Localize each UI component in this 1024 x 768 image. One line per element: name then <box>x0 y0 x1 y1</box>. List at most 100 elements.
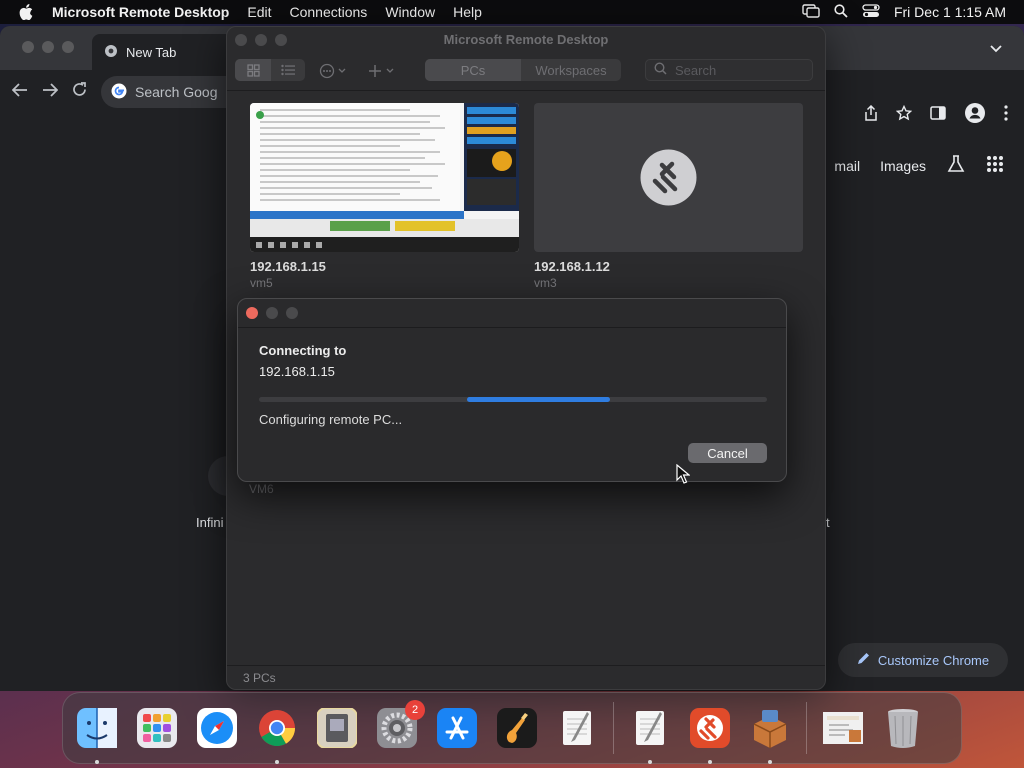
apps-grid-icon[interactable] <box>986 155 1004 176</box>
rd-titlebar: Microsoft Remote Desktop <box>227 27 825 53</box>
garageband-dock-item[interactable] <box>489 700 545 756</box>
pencil-icon <box>857 652 870 668</box>
chrome-traffic-lights <box>22 41 74 53</box>
screen-mirroring-icon[interactable] <box>802 3 820 21</box>
reload-icon[interactable] <box>72 82 87 102</box>
textedit-icon <box>553 704 601 752</box>
textedit-dock-item[interactable] <box>549 700 605 756</box>
dock-separator <box>806 702 807 754</box>
chrome-icon <box>253 704 301 752</box>
ntp-shortcut-label-left[interactable]: Infini <box>196 515 223 530</box>
pc-name: 192.168.1.15 <box>250 259 326 274</box>
dock: 2 <box>62 692 962 764</box>
running-indicator <box>768 760 772 764</box>
back-arrow-icon[interactable] <box>11 82 28 102</box>
preview-icon <box>313 704 361 752</box>
menu-connections[interactable]: Connections <box>280 0 376 24</box>
dialog-divider <box>238 327 786 328</box>
app-name-menu[interactable]: Microsoft Remote Desktop <box>52 0 238 24</box>
forward-arrow-icon[interactable] <box>42 82 59 102</box>
chrome-zoom-button[interactable] <box>62 41 74 53</box>
menu-help[interactable]: Help <box>444 0 491 24</box>
mouse-cursor-icon <box>676 463 691 489</box>
safari-icon <box>193 704 241 752</box>
cancel-button[interactable]: Cancel <box>688 443 767 463</box>
safari-dock-item[interactable] <box>189 700 245 756</box>
trash-icon <box>879 704 927 752</box>
menu-edit[interactable]: Edit <box>238 0 280 24</box>
connection-progress-bar <box>259 397 767 402</box>
system-settings-dock-item[interactable]: 2 <box>369 700 425 756</box>
chrome-close-button[interactable] <box>22 41 34 53</box>
textedit-dock-item[interactable] <box>622 700 678 764</box>
garageband-icon <box>493 704 541 752</box>
dialog-host: 192.168.1.15 <box>259 364 335 379</box>
textedit-icon <box>626 704 674 752</box>
dialog-status: Configuring remote PC... <box>259 412 403 427</box>
dialog-zoom-button <box>286 307 298 319</box>
labs-flask-icon[interactable] <box>946 154 966 177</box>
tab-pcs[interactable]: PCs <box>425 59 521 81</box>
chrome-dock-item[interactable] <box>249 700 305 764</box>
downloads-stack-icon <box>819 704 867 752</box>
running-indicator <box>708 760 712 764</box>
remote-desktop-dock-item[interactable] <box>682 700 738 764</box>
pc-friendly-name: vm5 <box>250 276 273 290</box>
remote-desktop-icon <box>686 704 734 752</box>
gmail-link[interactable]: mail <box>834 158 860 174</box>
finder-dock-item[interactable] <box>69 700 125 764</box>
spotlight-search-icon[interactable] <box>834 3 848 21</box>
pc-friendly-name: VM6 <box>249 482 274 496</box>
pc-card[interactable]: 192.168.1.12 vm3 <box>534 103 803 290</box>
customize-chrome-button[interactable]: Customize Chrome <box>838 643 1008 677</box>
chrome-favicon-icon <box>104 44 118 61</box>
customize-chrome-label: Customize Chrome <box>877 652 990 668</box>
profile-avatar-icon[interactable] <box>964 102 986 129</box>
dialog-title: Connecting to <box>259 343 347 358</box>
menu-bar: Microsoft Remote Desktop Edit Connection… <box>0 0 1024 24</box>
pc-friendly-name: vm3 <box>534 276 557 290</box>
apple-menu-icon[interactable] <box>0 4 52 20</box>
rd-traffic-lights <box>235 34 287 46</box>
list-view-icon[interactable] <box>271 59 305 81</box>
dialog-minimize-button <box>266 307 278 319</box>
menu-clock[interactable]: Fri Dec 1 1:15 AM <box>894 4 1006 20</box>
app-store-dock-item[interactable] <box>429 700 485 756</box>
bookmark-star-icon[interactable] <box>895 104 913 126</box>
ntp-shortcut-label-right[interactable]: t <box>826 515 830 530</box>
app-store-icon <box>433 704 481 752</box>
running-indicator <box>648 760 652 764</box>
preview-dock-item[interactable] <box>309 700 365 756</box>
images-link[interactable]: Images <box>880 158 926 174</box>
dialog-close-button[interactable] <box>246 307 258 319</box>
tab-workspaces[interactable]: Workspaces <box>521 59 621 81</box>
chrome-minimize-button[interactable] <box>42 41 54 53</box>
dock-separator <box>613 702 614 754</box>
share-icon[interactable] <box>864 104 878 126</box>
side-panel-icon[interactable] <box>930 106 946 125</box>
downloads-stack-dock-item[interactable] <box>815 700 871 756</box>
pc-thumbnail-placeholder[interactable] <box>534 103 803 252</box>
connection-progress-fill <box>467 397 610 402</box>
menu-window[interactable]: Window <box>376 0 444 24</box>
running-indicator <box>95 760 99 764</box>
rd-minimize-button[interactable] <box>255 34 267 46</box>
pc-card[interactable]: 192.168.1.15 vm5 <box>250 103 519 290</box>
trash-dock-item[interactable] <box>875 700 931 756</box>
chrome-tab-title: New Tab <box>126 44 177 60</box>
pc-name: 192.168.1.12 <box>534 259 610 274</box>
chrome-toolbar-actions <box>864 102 1008 129</box>
grid-view-icon[interactable] <box>235 59 271 81</box>
add-icon[interactable] <box>367 63 397 84</box>
launchpad-dock-item[interactable] <box>129 700 185 756</box>
rd-close-button[interactable] <box>235 34 247 46</box>
rd-search-input[interactable]: Search <box>645 59 813 81</box>
control-center-icon[interactable] <box>862 3 880 21</box>
chrome-menu-icon[interactable] <box>1004 105 1008 126</box>
more-options-icon[interactable] <box>319 63 349 84</box>
rd-status-bar: 3 PCs <box>227 665 825 689</box>
tab-search-chevron-icon[interactable] <box>990 40 1002 58</box>
rd-zoom-button[interactable] <box>275 34 287 46</box>
installer-dock-item[interactable] <box>742 700 798 764</box>
pc-thumbnail-screenshot[interactable] <box>250 103 519 252</box>
